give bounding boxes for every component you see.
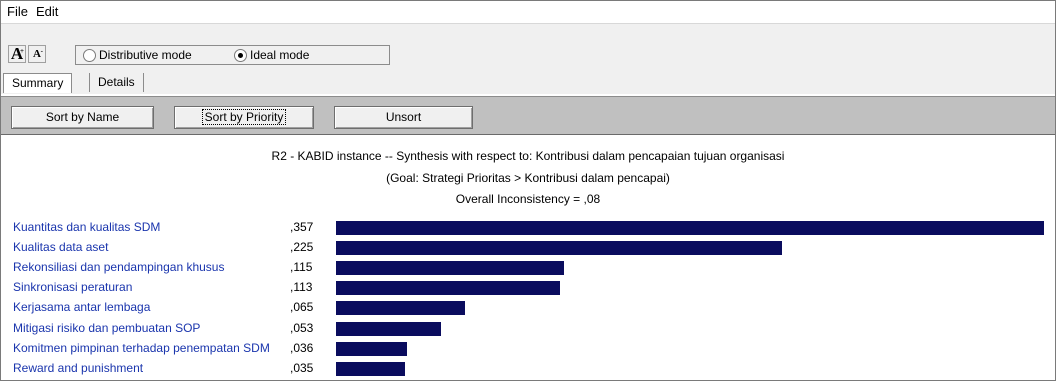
priority-value: ,053 <box>290 321 314 335</box>
menu-edit[interactable]: Edit <box>36 4 58 19</box>
priority-bar <box>336 281 560 295</box>
priority-bar <box>336 362 405 376</box>
priority-value: ,115 <box>290 260 313 274</box>
tab-bar: Summary Details <box>1 70 1055 94</box>
window: File Edit A + A- Distributive mode Ideal … <box>0 0 1056 381</box>
overall-inconsistency: Overall Inconsistency = ,08 <box>455 192 601 206</box>
menubar: File Edit <box>1 1 1055 24</box>
priority-value: ,036 <box>290 341 314 355</box>
decrease-font-icon[interactable]: A- <box>28 45 46 63</box>
priority-value: ,225 <box>290 240 314 254</box>
priority-value: ,035 <box>290 361 314 375</box>
sort-by-name-label: Sort by Name <box>45 110 120 124</box>
menu-file[interactable]: File <box>7 4 28 19</box>
ideal-mode-label[interactable]: Ideal mode <box>250 48 309 62</box>
priority-value: ,065 <box>290 300 314 314</box>
sort-by-priority-button[interactable]: Sort by Priority <box>174 106 314 129</box>
priority-bar <box>336 322 441 336</box>
priority-bar <box>336 342 407 356</box>
sort-toolbar: Sort by Name Sort by Priority Unsort <box>1 96 1055 135</box>
increase-font-icon[interactable]: A + <box>8 45 26 63</box>
distributive-mode-label[interactable]: Distributive mode <box>99 48 192 62</box>
tab-summary[interactable]: Summary <box>3 73 73 93</box>
priority-bar <box>336 241 782 255</box>
synthesis-title: R2 - KABID instance -- Synthesis with re… <box>271 149 785 163</box>
priority-bar <box>336 221 1044 235</box>
unsort-button[interactable]: Unsort <box>334 106 473 129</box>
toolbar: A + A- Distributive mode Ideal mode <box>1 24 1055 70</box>
ideal-mode-radio[interactable] <box>234 49 247 62</box>
unsort-label: Unsort <box>385 110 422 124</box>
criterion-label: Reward and punishment <box>13 361 144 375</box>
tab-details[interactable]: Details <box>89 73 144 92</box>
criterion-label: Sinkronisasi peraturan <box>13 280 133 294</box>
criterion-label: Mitigasi risiko dan pembuatan SOP <box>13 321 201 335</box>
priority-value: ,357 <box>290 220 314 234</box>
mode-radio-group: Distributive mode Ideal mode <box>75 45 390 65</box>
distributive-mode-radio[interactable] <box>83 49 96 62</box>
criterion-label: Kualitas data aset <box>13 240 109 254</box>
goal-subtitle: (Goal: Strategi Prioritas > Kontribusi d… <box>386 171 670 185</box>
criterion-label: Kerjasama antar lembaga <box>13 300 151 314</box>
criterion-label: Komitmen pimpinan terhadap penempatan SD… <box>13 341 270 355</box>
criterion-label: Rekonsiliasi dan pendampingan khusus <box>13 260 225 274</box>
priority-value: ,113 <box>290 280 313 294</box>
priority-bar <box>336 301 465 315</box>
sort-by-name-button[interactable]: Sort by Name <box>11 106 154 129</box>
priority-bar <box>336 261 564 275</box>
sort-by-priority-label: Sort by Priority <box>201 109 287 125</box>
criterion-label: Kuantitas dan kualitas SDM <box>13 220 161 234</box>
